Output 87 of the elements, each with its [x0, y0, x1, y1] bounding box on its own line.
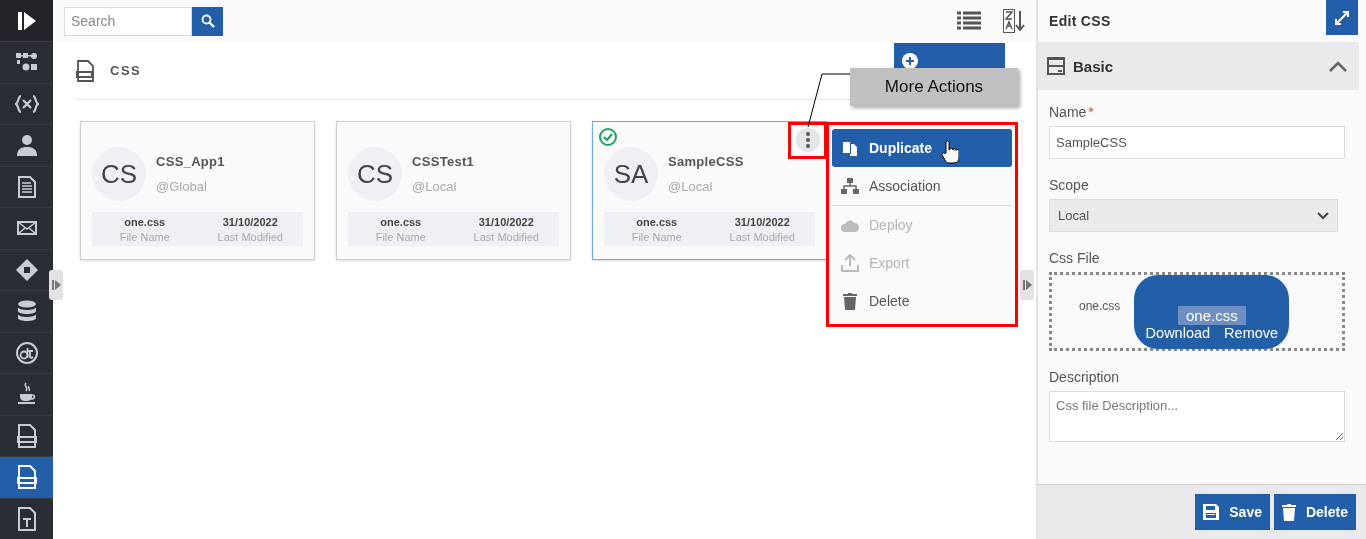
date-value: 31/10/2022 [734, 215, 790, 228]
collapse-handle[interactable] [49, 270, 63, 300]
more-actions-tooltip: More Actions [850, 68, 1018, 106]
more-options-button[interactable] [796, 128, 820, 152]
upload-icon [841, 254, 859, 272]
date-value: 31/10/2022 [222, 215, 278, 228]
plus-circle-icon [902, 52, 918, 69]
card-title: CSS_App1 [156, 154, 225, 169]
search-field[interactable]: Search [64, 6, 192, 36]
name-field[interactable]: SampleCSS [1049, 126, 1345, 159]
field-label: Css File [1049, 250, 1101, 266]
logo-icon[interactable] [17, 11, 36, 30]
section-header[interactable]: Basic [1038, 42, 1359, 90]
circle-icon [15, 341, 38, 364]
delete-button[interactable]: Delete [1273, 494, 1356, 530]
hand-cursor-icon [941, 140, 959, 164]
user-icon [16, 134, 37, 157]
field-label: Scope [1049, 177, 1090, 193]
remove-link[interactable]: Remove [1224, 324, 1279, 341]
form-icon [1047, 57, 1065, 75]
document-icon [17, 175, 36, 198]
chevron-icon [1329, 60, 1347, 72]
save-button[interactable]: Save [1195, 494, 1270, 530]
section-title: Basic [1073, 57, 1115, 75]
description-field[interactable]: Css file Description... [1049, 391, 1345, 442]
file-icon [16, 423, 37, 448]
sort-icon[interactable] [1003, 9, 1025, 33]
card[interactable]: CS CSS_App1 @Global one.css File Name 31/10/2022 Last Modified [80, 121, 315, 260]
card-scope: @Global [156, 179, 208, 194]
file-name-label: File Name [119, 230, 170, 243]
file-name-value: one.css [636, 215, 678, 228]
trash-icon [1281, 503, 1296, 521]
search-button[interactable] [192, 6, 223, 36]
panel-title: Edit CSS [1049, 13, 1111, 29]
file-dropzone[interactable]: one.css one.css Download Remove [1049, 272, 1345, 351]
save-icon [1203, 504, 1220, 520]
sidebar-item[interactable] [0, 456, 53, 498]
search-icon [200, 14, 215, 28]
date-label: Last Modified [217, 230, 283, 243]
card-title: CSSTest1 [412, 154, 475, 169]
card-scope: @Local [412, 179, 458, 194]
diagonal-arrows-icon [1334, 9, 1350, 26]
file-icon [16, 465, 37, 490]
date-label: Last Modified [473, 230, 539, 243]
menu-item[interactable]: Duplicate [832, 129, 1012, 167]
card-scope: @Local [668, 179, 714, 194]
file-name-value: one.css [124, 215, 166, 228]
file-name-label: File Name [375, 230, 426, 243]
list-view-icon[interactable] [957, 11, 981, 31]
check-circle-icon [599, 128, 617, 146]
field-label: Description [1049, 369, 1121, 385]
expand-button[interactable] [1326, 0, 1358, 35]
scope-dropdown[interactable]: Local [1049, 199, 1338, 232]
field-label: Name [1049, 104, 1087, 120]
card[interactable]: SA SampleCSS @Local one.css File Name 31/10/2022 Last Modified [592, 121, 827, 260]
download-link[interactable]: Download [1145, 324, 1211, 341]
menu-item[interactable]: Association [832, 167, 1012, 205]
variable-icon [14, 93, 39, 114]
mail-icon [16, 221, 37, 236]
menu-item[interactable]: Delete [832, 282, 1012, 320]
date-label: Last Modified [729, 230, 795, 243]
card[interactable]: CS CSSTest1 @Local one.css File Name 31/10/2022 Last Modified [336, 121, 571, 260]
database-icon [17, 300, 36, 323]
expand-icon [1022, 280, 1032, 290]
file-chip: one.css [1178, 305, 1246, 325]
file-name-label: File Name [631, 230, 682, 243]
date-value: 31/10/2022 [478, 215, 534, 228]
collapse-handle[interactable] [1020, 270, 1034, 300]
file-name: one.css [1079, 298, 1121, 313]
card-title: SampleCSS [668, 154, 744, 169]
flowchart-icon [15, 52, 38, 73]
expand-icon [51, 280, 61, 290]
file-name-value: one.css [380, 215, 422, 228]
chevron-down-icon [1317, 211, 1329, 220]
copy-icon [842, 140, 858, 156]
coffee-cup-icon [16, 382, 37, 407]
avatar-initials: CS [348, 147, 402, 201]
page-title: CSS [110, 63, 143, 78]
cloud-icon [841, 218, 859, 232]
diamond-icon [15, 258, 38, 281]
avatar-initials: SA [604, 147, 658, 201]
file-icon [16, 506, 37, 531]
required-mark: * [1088, 104, 1094, 120]
file-icon [76, 59, 94, 82]
avatar-initials: CS [92, 147, 146, 201]
hierarchy-icon [841, 178, 859, 194]
trash-icon [843, 292, 857, 310]
